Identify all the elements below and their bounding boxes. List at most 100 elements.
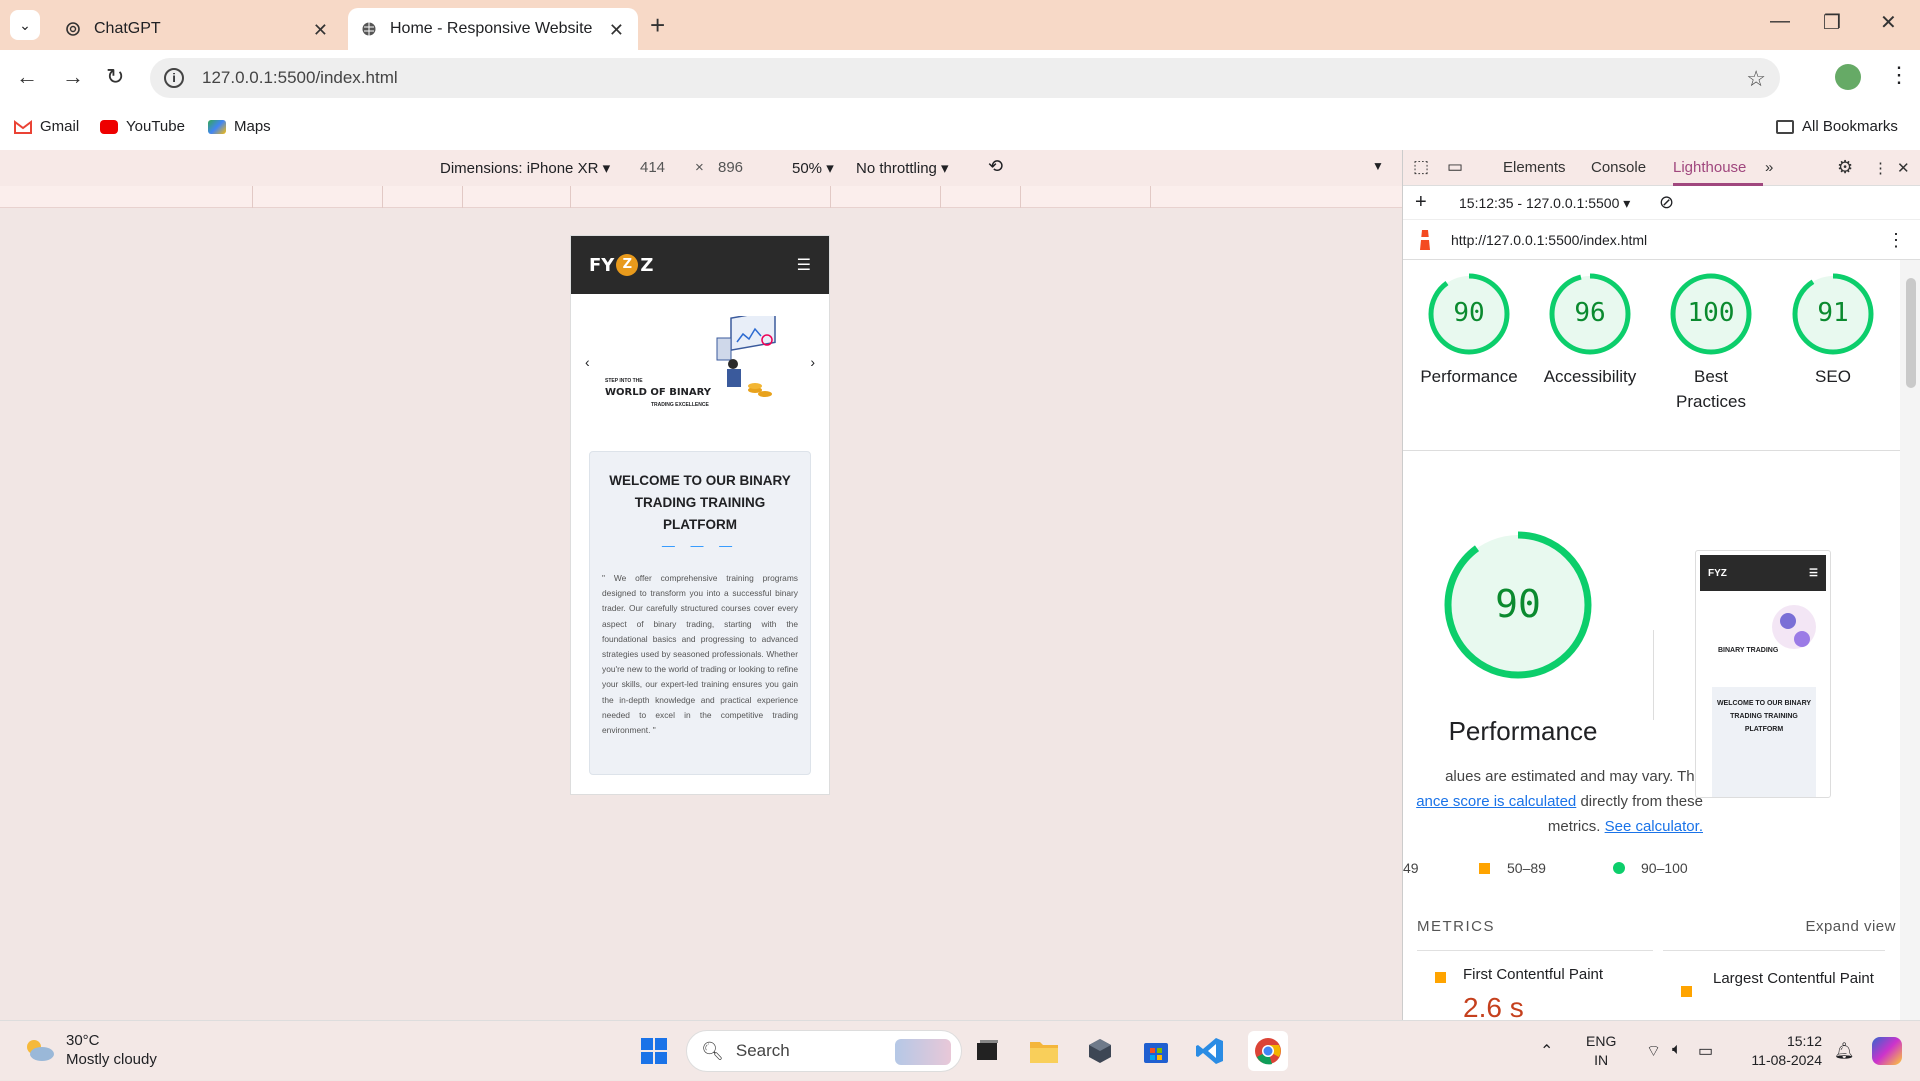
tab-home[interactable]: Home - Responsive Website ✕	[348, 8, 638, 50]
report-select-label: 15:12:35 - 127.0.0.1:5500	[1459, 195, 1620, 211]
clear-icon[interactable]: ⊘	[1659, 192, 1674, 213]
task-view-icon[interactable]	[972, 1035, 1004, 1067]
ruler-tick	[1150, 186, 1151, 208]
site-header: FY Z Z ☰	[571, 236, 829, 294]
see-calculator-link[interactable]: See calculator.	[1605, 818, 1703, 835]
hamburger-menu-icon[interactable]: ☰	[797, 255, 811, 275]
bookmark-maps[interactable]: Maps	[208, 118, 271, 135]
average-square-icon	[1479, 863, 1490, 874]
address-bar[interactable]: i 127.0.0.1:5500/index.html ☆	[150, 58, 1780, 98]
weather-widget[interactable]: 30°C Mostly cloudy	[22, 1031, 157, 1069]
gear-icon[interactable]: ⚙	[1837, 157, 1853, 178]
minimize-button[interactable]: —	[1770, 10, 1790, 33]
report-url[interactable]: http://127.0.0.1:5500/index.html	[1451, 232, 1647, 248]
lighthouse-toolbar: + 15:12:35 - 127.0.0.1:5500 ▾ ⊘	[1403, 186, 1920, 220]
bookmark-label: YouTube	[126, 118, 185, 135]
all-bookmarks[interactable]: All Bookmarks	[1776, 118, 1898, 135]
url-text[interactable]: 127.0.0.1:5500/index.html	[202, 68, 398, 88]
device-toggle-icon[interactable]: ▭	[1447, 157, 1463, 177]
volume-icon[interactable]: 🔈︎	[1672, 1041, 1682, 1059]
app-icon[interactable]	[1084, 1035, 1116, 1067]
language-indicator[interactable]: ENG IN	[1586, 1032, 1616, 1070]
chevron-down-icon: ⌄	[19, 16, 31, 33]
notification-bell-icon[interactable]: 🔔︎	[1834, 1041, 1854, 1061]
back-button[interactable]: ←	[16, 64, 38, 90]
accessibility-gauge[interactable]: 96 Accessibility	[1540, 272, 1640, 389]
scrollbar[interactable]	[1900, 260, 1920, 1020]
hamburger-menu-icon: ☰	[1809, 567, 1818, 579]
wifi-icon[interactable]: ⌔	[1646, 1041, 1661, 1061]
close-devtools-icon[interactable]: ✕	[1897, 159, 1910, 177]
windows-start-icon[interactable]	[638, 1035, 670, 1067]
avatar[interactable]	[1835, 64, 1861, 90]
chrome-icon[interactable]	[1248, 1031, 1288, 1071]
folder-icon	[1776, 119, 1794, 134]
report-select[interactable]: 15:12:35 - 127.0.0.1:5500 ▾	[1459, 195, 1630, 212]
close-icon[interactable]: ✕	[313, 20, 328, 41]
width-input[interactable]: 414	[640, 159, 665, 176]
close-icon[interactable]: ✕	[609, 20, 624, 41]
device-dimensions-select[interactable]: Dimensions: iPhone XR ▾	[440, 159, 610, 177]
more-options-icon[interactable]: ▼	[1372, 159, 1384, 173]
bookmark-gmail[interactable]: Gmail	[14, 118, 79, 135]
thumb-card-title: WELCOME TO OUR BINARY TRADING TRAINING P…	[1716, 700, 1812, 733]
tab-console[interactable]: Console	[1591, 159, 1646, 176]
ruler-tick	[462, 186, 463, 208]
average-square-icon	[1435, 972, 1446, 983]
report-menu-icon[interactable]: ⋮	[1887, 230, 1905, 251]
throttling-select[interactable]: No throttling ▾	[856, 159, 949, 177]
site-logo[interactable]: FY Z Z	[589, 254, 653, 276]
zoom-select[interactable]: 50% ▾	[792, 159, 834, 177]
system-tray: ⌃ ENG IN ⌔ 🔈︎ ▭ 15:12 11-08-2024 🔔︎	[1500, 1021, 1920, 1081]
lang-region: IN	[1594, 1052, 1609, 1068]
height-input[interactable]: 896	[718, 159, 743, 176]
ruler-tick	[382, 186, 383, 208]
reload-button[interactable]: ↻	[106, 64, 124, 90]
bookmark-youtube[interactable]: YouTube	[100, 118, 185, 135]
lang-code: ENG	[1586, 1033, 1617, 1049]
expand-view-button[interactable]: Expand view	[1805, 918, 1896, 935]
bookmark-star-icon[interactable]: ☆	[1746, 66, 1766, 92]
info-icon[interactable]: i	[164, 68, 184, 88]
file-explorer-icon[interactable]	[1028, 1035, 1060, 1067]
inspect-icon[interactable]: ⬚	[1413, 157, 1429, 177]
average-square-icon	[1681, 986, 1692, 997]
forward-button[interactable]: →	[62, 64, 84, 90]
performance-gauge[interactable]: 90 Performance	[1419, 272, 1519, 389]
restore-button[interactable]: ❐	[1823, 10, 1841, 35]
score-calculated-link[interactable]: ance score is calculated	[1416, 793, 1576, 810]
copilot-icon[interactable]	[1872, 1037, 1902, 1065]
bookmark-label: Maps	[234, 118, 271, 135]
carousel-prev-icon[interactable]: ‹	[585, 354, 590, 370]
thumb-hero-text: BINARY TRADING	[1718, 647, 1779, 654]
legend-pass: 90–100	[1641, 860, 1688, 876]
tab-lighthouse[interactable]: Lighthouse	[1673, 159, 1746, 176]
taskbar-search[interactable]: 🔍︎ Search	[686, 1030, 962, 1072]
microsoft-store-icon[interactable]	[1140, 1035, 1172, 1067]
vscode-icon[interactable]	[1194, 1035, 1226, 1067]
seo-gauge[interactable]: 91 SEO	[1783, 272, 1883, 389]
carousel-next-icon[interactable]: ›	[810, 354, 815, 370]
tab-search-button[interactable]: ⌄	[10, 10, 40, 40]
menu-icon[interactable]: ⋮	[1888, 62, 1910, 88]
more-tabs-icon[interactable]: »	[1765, 159, 1773, 176]
scrollbar-thumb[interactable]	[1906, 278, 1916, 388]
new-report-icon[interactable]: +	[1415, 191, 1427, 214]
kebab-menu-icon[interactable]: ⋮	[1873, 159, 1888, 177]
score-label: SEO	[1815, 367, 1851, 386]
hero-heading: WORLD OF BINARY	[605, 387, 712, 398]
performance-note: alues are estimated and may vary. The an…	[1403, 764, 1703, 839]
rotate-icon[interactable]: ⟲	[988, 156, 1003, 177]
tab-elements[interactable]: Elements	[1503, 159, 1566, 176]
gmail-icon	[14, 119, 32, 134]
new-tab-button[interactable]: +	[650, 10, 665, 41]
tab-chatgpt[interactable]: ChatGPT ✕	[52, 8, 342, 50]
hero-subheading: TRADING EXCELLENCE	[651, 402, 709, 408]
close-window-button[interactable]: ✕	[1880, 10, 1897, 35]
battery-icon[interactable]: ▭	[1698, 1041, 1713, 1061]
throttling-label: No throttling	[856, 160, 937, 177]
chevron-up-icon[interactable]: ⌃	[1540, 1041, 1553, 1061]
clock[interactable]: 15:12 11-08-2024	[1740, 1032, 1822, 1070]
page-screenshot-thumbnail[interactable]: FYZ ☰ BINARY TRADING WELCOME TO OUR BINAR…	[1695, 550, 1831, 798]
best-practices-gauge[interactable]: 100 Best Practices	[1661, 272, 1761, 414]
